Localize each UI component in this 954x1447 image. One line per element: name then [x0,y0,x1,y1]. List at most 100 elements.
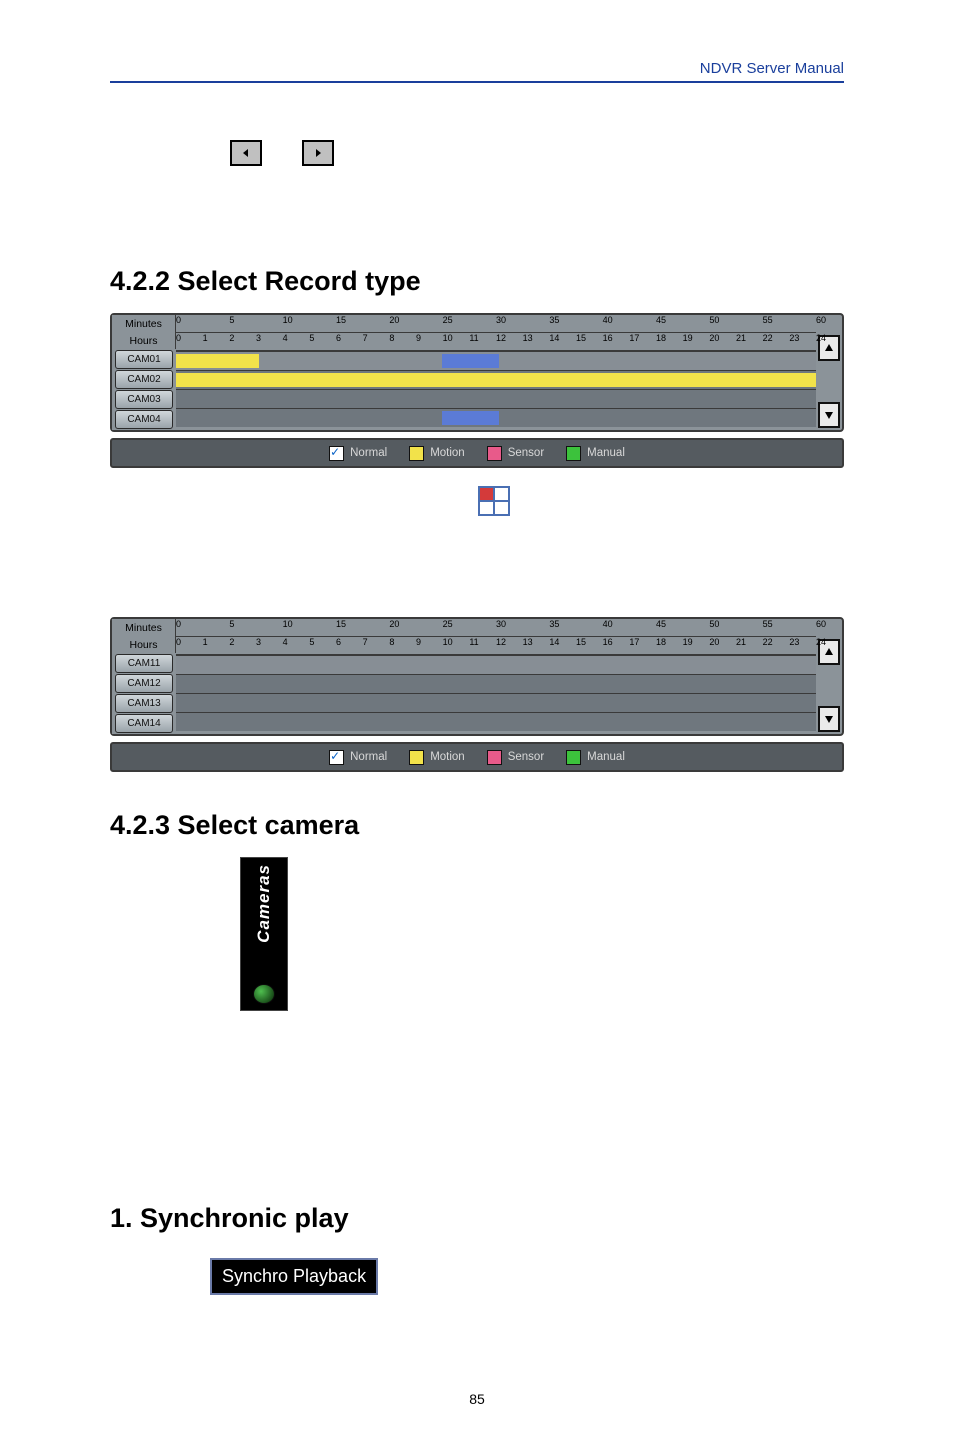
tick: 18 [656,637,666,647]
hours-scale-b: 0123456789101112131415161718192021222324 [176,637,816,655]
tick: 15 [336,619,346,629]
cam13-button[interactable]: CAM13 [115,694,173,713]
row-cam01[interactable] [176,351,816,370]
legend-sensor-label: Sensor [508,447,544,459]
tick: 16 [603,637,613,647]
split-view-icon[interactable] [478,486,510,516]
tick: 17 [629,333,639,343]
row-cam03[interactable] [176,389,816,408]
triangle-left-icon [241,148,251,158]
hours-scale: 0123456789101112131415161718192021222324 [176,333,816,351]
minutes-label-b: Minutes [112,619,176,636]
tick: 6 [336,637,341,647]
tick: 2 [229,333,234,343]
scroll-down-button[interactable] [818,402,840,428]
header-rule [110,81,844,83]
row-cam13[interactable] [176,693,816,712]
tick: 20 [389,315,399,325]
cam14-button[interactable]: CAM14 [115,714,173,733]
cam11-button[interactable]: CAM11 [115,654,173,673]
legend-normal-b[interactable]: Normal [329,750,387,765]
cam01-button[interactable]: CAM01 [115,350,173,369]
tick: 14 [549,333,559,343]
tick: 3 [256,333,261,343]
legend-b: Normal Motion Sensor Manual [110,742,844,772]
legend-sensor-b[interactable]: Sensor [487,750,544,765]
tick: 30 [496,619,506,629]
tick: 30 [496,315,506,325]
tick: 50 [709,315,719,325]
section-sync-title: 1. Synchronic play [110,1203,844,1234]
minutes-scale: 051015202530354045505560 [176,315,816,333]
tick: 1 [203,637,208,647]
cameras-panel[interactable]: Cameras [240,857,288,1011]
tick: 13 [523,637,533,647]
legend-manual-b[interactable]: Manual [566,750,625,765]
next-channel-button[interactable] [302,140,334,166]
checkbox-sensor-icon[interactable] [487,750,502,765]
row-cam12[interactable] [176,674,816,693]
tick: 10 [283,315,293,325]
camera-text-d: cameras. [110,1152,844,1178]
tick: 35 [549,315,559,325]
split-text-a: because click this button [305,493,468,510]
legend-motion[interactable]: Motion [409,446,465,461]
legend-manual[interactable]: Manual [566,446,625,461]
legend-normal[interactable]: Normal [329,446,387,461]
header-link[interactable]: NDVR Server Manual [110,60,844,77]
checkbox-motion-icon[interactable] [409,750,424,765]
tick: 25 [443,315,453,325]
tick: 45 [656,619,666,629]
tick: 20 [709,637,719,647]
row-cam14[interactable] [176,712,816,731]
cam02-button[interactable]: CAM02 [115,370,173,389]
intro-line2: will play video of that channel in the f… [110,174,844,228]
tick: 5 [229,619,234,629]
legend-motion-label-b: Motion [430,751,465,763]
legend-normal-label-b: Normal [350,751,387,763]
legend-normal-label: Normal [350,447,387,459]
tick: 25 [443,619,453,629]
tick: 21 [736,637,746,647]
cam03-button[interactable]: CAM03 [115,390,173,409]
tick: 55 [763,315,773,325]
seg-cam01-motion [442,354,500,368]
scroll-down-button-b[interactable] [818,706,840,732]
row-cam11[interactable] [176,655,816,674]
legend-motion-b[interactable]: Motion [409,750,465,765]
arrow-up-icon [824,343,834,353]
checkbox-normal-icon[interactable] [329,446,344,461]
legend-motion-label: Motion [430,447,465,459]
tick: 15 [576,637,586,647]
tick: 50 [709,619,719,629]
hours-label-b: Hours [112,636,176,653]
tick: 13 [523,333,533,343]
row-cam04[interactable] [176,408,816,427]
checkbox-manual-icon[interactable] [566,446,581,461]
checkbox-motion-icon[interactable] [409,446,424,461]
arrow-down-icon [824,714,834,724]
tick: 0 [176,315,181,325]
camera-text-b: server, the date and record type, click … [110,1061,844,1087]
legend-sensor-label-b: Sensor [508,751,544,763]
tick: 23 [789,637,799,647]
synchro-playback-button[interactable]: Synchro Playback [210,1258,378,1295]
prev-channel-button[interactable] [230,140,262,166]
cam04-button[interactable]: CAM04 [115,410,173,429]
camera-text-c: 1st camera then press shift and click th… [110,1106,844,1132]
tick: 0 [176,333,181,343]
split-text-b: checked the "Normal" box, the below stat… [110,526,844,552]
minutes-label: Minutes [112,315,176,332]
row-cam02[interactable] [176,370,816,389]
tick: 21 [736,333,746,343]
checkbox-sensor-icon[interactable] [487,446,502,461]
intro-line1-text: press or to show other channels, when cl… [110,112,499,129]
tick: 6 [336,333,341,343]
section-4-2-3-title: 4.2.3 Select camera [110,810,844,841]
checkbox-manual-icon[interactable] [566,750,581,765]
tick: 35 [549,619,559,629]
tick: 0 [176,619,181,629]
checkbox-normal-icon[interactable] [329,750,344,765]
cam12-button[interactable]: CAM12 [115,674,173,693]
legend-sensor[interactable]: Sensor [487,446,544,461]
